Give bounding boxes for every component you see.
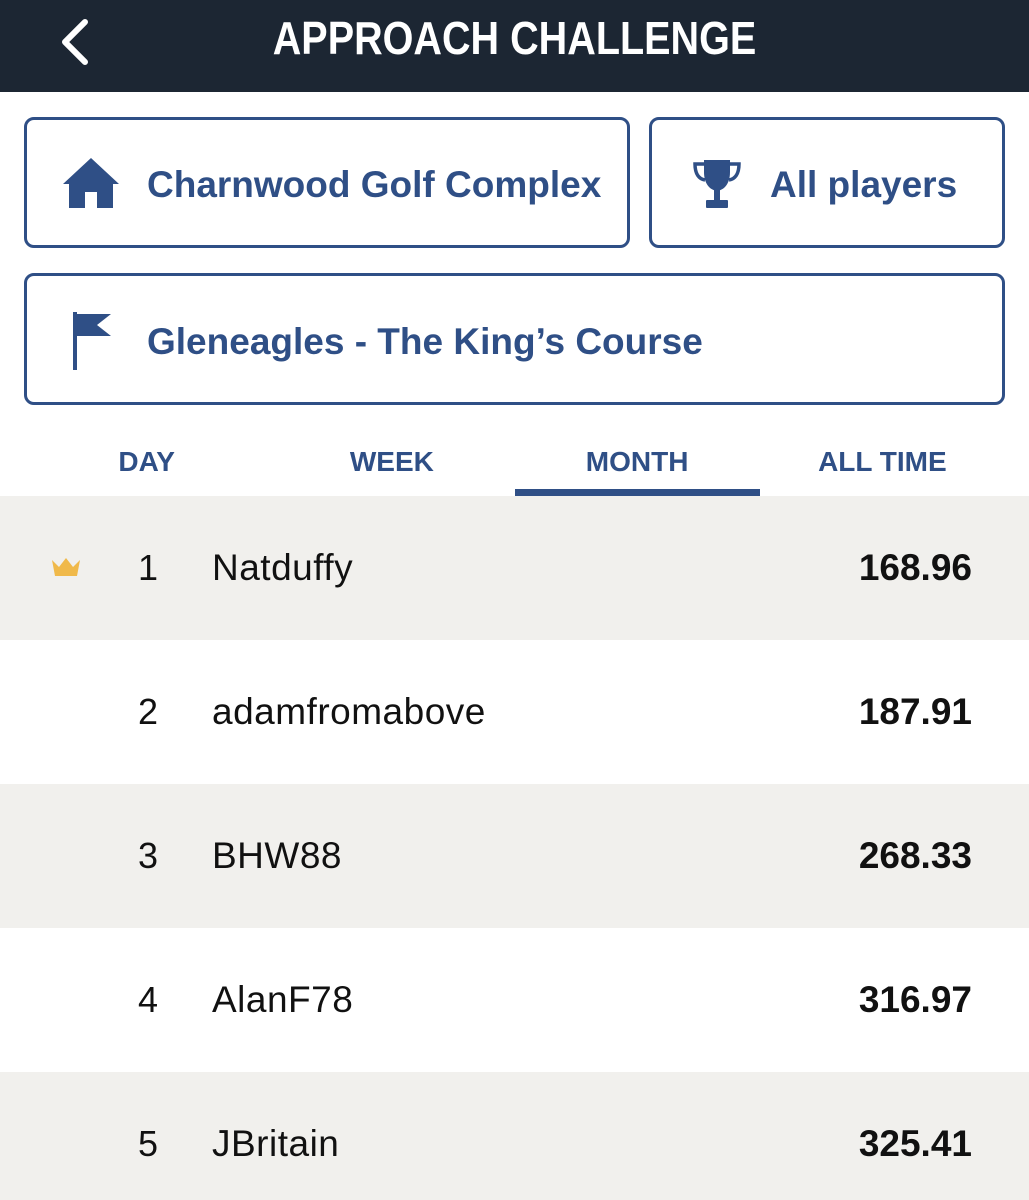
player-score: 316.97 [858,979,972,1020]
player-name: Natduffy [212,547,354,588]
rank-number: 2 [137,691,159,732]
tab-month[interactable]: MONTH [514,432,761,496]
tab-week[interactable]: WEEK [269,432,514,496]
leaderboard-row[interactable]: 3 BHW88 268.33 [0,784,1029,928]
player-score: 268.33 [858,835,972,876]
leaderboard-list: 1 Natduffy 168.96 2 adamfromabove 187.91… [0,496,1029,1200]
player-name: BHW88 [212,835,342,876]
leaderboard-row[interactable]: 1 Natduffy 168.96 [0,496,1029,640]
venue-label: Charnwood Golf Complex [147,164,602,205]
home-icon [61,156,121,210]
player-score: 187.91 [858,691,972,732]
leaderboard-row[interactable]: 4 AlanF78 316.97 [0,928,1029,1072]
flag-icon [67,310,113,372]
players-label: All players [770,164,958,205]
rank-number: 5 [137,1123,159,1164]
page-title: APPROACH CHALLENGE [272,12,757,64]
player-score: 168.96 [858,547,972,588]
rank-number: 1 [137,547,159,588]
crown-icon [50,556,82,578]
player-score: 325.41 [858,1123,972,1164]
course-label: Gleneagles - The King’s Course [147,321,703,362]
player-name: adamfromabove [212,691,486,732]
leaderboard-row[interactable]: 5 JBritain 325.41 [0,1072,1029,1200]
app-header: APPROACH CHALLENGE [0,0,1029,92]
period-tabs: DAY WEEK MONTH ALL TIME [24,432,1005,496]
trophy-icon [692,158,742,210]
rank-number: 4 [137,979,159,1020]
venue-selector-button[interactable]: Charnwood Golf Complex [24,117,630,248]
tab-day[interactable]: DAY [24,432,269,496]
rank-number: 3 [137,835,159,876]
player-name: AlanF78 [212,979,354,1020]
players-filter-button[interactable]: All players [649,117,1005,248]
tab-all-time[interactable]: ALL TIME [760,432,1005,496]
player-name: JBritain [212,1123,340,1164]
course-selector-button[interactable]: Gleneagles - The King’s Course [24,273,1005,405]
leaderboard-row[interactable]: 2 adamfromabove 187.91 [0,640,1029,784]
